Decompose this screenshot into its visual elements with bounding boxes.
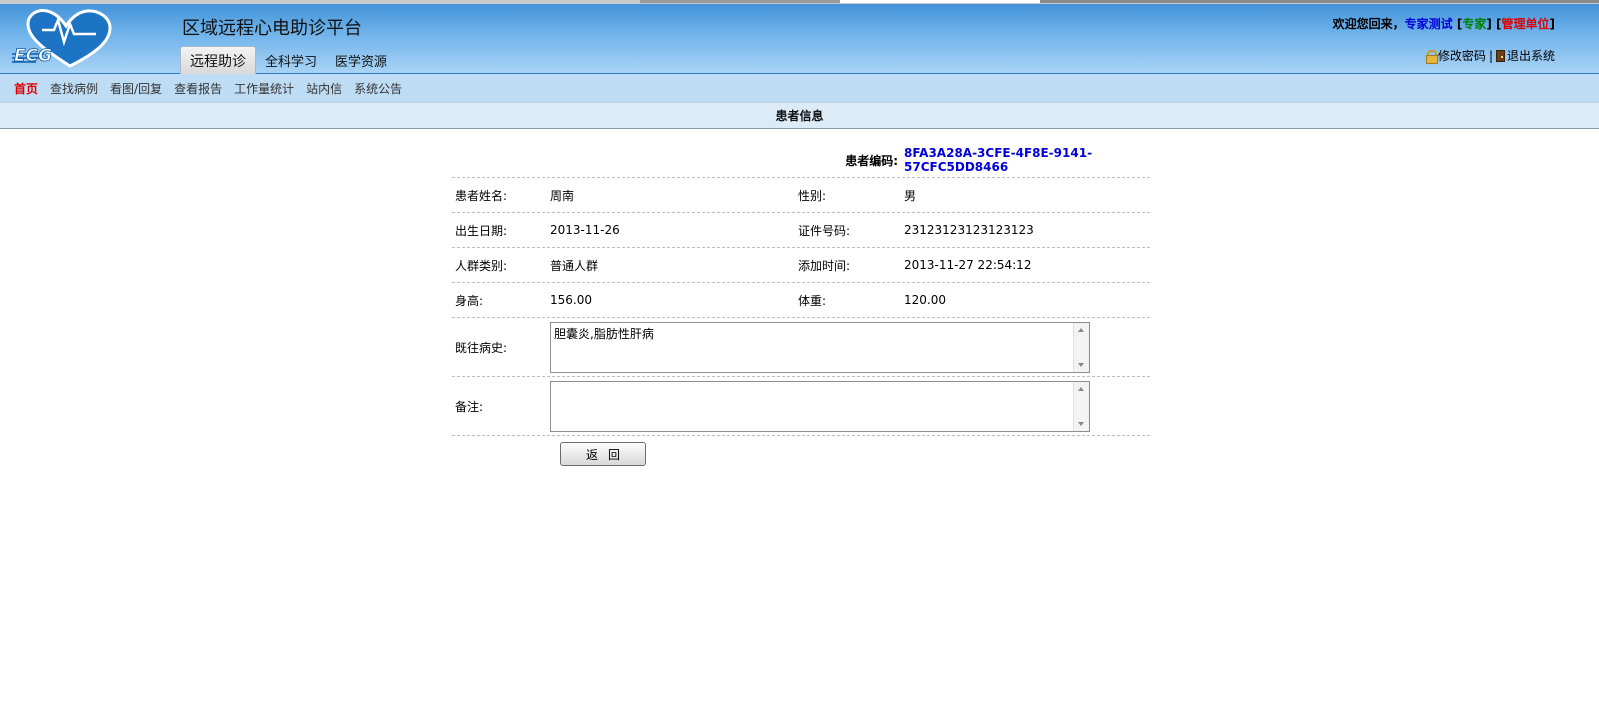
tab-general-learning[interactable]: 全科学习 <box>256 46 326 74</box>
logo-text: ECG <box>14 46 52 66</box>
form-actions: 返回 <box>452 436 1150 472</box>
scroll-down-icon[interactable] <box>1078 422 1084 426</box>
unit-bracket: ] <box>1549 17 1555 31</box>
strip-segment <box>1040 0 1599 3</box>
form-row-body: 身高: 156.00 体重: 120.00 <box>452 283 1150 318</box>
textarea-scrollbar[interactable] <box>1073 323 1089 372</box>
patient-code-value: 8FA3A28A-3CFE-4F8E-9141-57CFC5DD8466 <box>904 146 1093 174</box>
patient-name-value: 周南 <box>550 188 575 203</box>
subnav-item-announcements[interactable]: 系统公告 <box>354 80 402 97</box>
main-tabs: 远程助诊 全科学习 医学资源 <box>180 44 396 74</box>
medical-history-value: 胆囊炎,脂肪性肝病 <box>554 327 654 341</box>
form-row-history: 既往病史: 胆囊炎,脂肪性肝病 <box>452 318 1150 377</box>
population-group-value: 普通人群 <box>550 258 599 273</box>
app-title: 区域远程心电助诊平台 <box>182 18 362 39</box>
weight-value: 120.00 <box>904 293 946 307</box>
birth-date-value: 2013-11-26 <box>550 223 620 237</box>
scroll-up-icon[interactable] <box>1078 387 1084 391</box>
patient-info-form: 患者编码: 8FA3A28A-3CFE-4F8E-9141-57CFC5DD84… <box>452 143 1150 472</box>
textarea-scrollbar[interactable] <box>1073 382 1089 431</box>
note-textarea[interactable] <box>550 381 1090 432</box>
added-time-label: 添加时间: <box>798 258 851 273</box>
form-row-name: 患者姓名: 周南 性别: 男 <box>452 178 1150 213</box>
form-row-birth: 出生日期: 2013-11-26 证件号码: 23123123123123123 <box>452 213 1150 248</box>
medical-history-textarea[interactable]: 胆囊炎,脂肪性肝病 <box>550 322 1090 373</box>
user-links: 修改密码 | 退出系统 <box>1425 47 1555 64</box>
sub-navigation: 首页 查找病例 看图/回复 查看报告 工作量统计 站内信 系统公告 <box>0 74 1599 102</box>
form-row-note: 备注: <box>452 377 1150 436</box>
logout-door-icon <box>1495 49 1505 62</box>
patient-name-label: 患者姓名: <box>455 188 508 203</box>
header: ECG 区域远程心电助诊平台 远程助诊 全科学习 医学资源 欢迎您回来，专家测试… <box>0 0 1599 74</box>
welcome-prefix: 欢迎您回来， <box>1332 17 1405 31</box>
added-time-value: 2013-11-27 22:54:12 <box>904 258 1032 272</box>
logout-link[interactable]: 退出系统 <box>1495 47 1555 64</box>
subnav-item-workload[interactable]: 工作量统计 <box>234 80 294 97</box>
user-name-link[interactable]: 专家测试 <box>1405 17 1453 31</box>
gender-label: 性别: <box>798 188 827 203</box>
scroll-up-icon[interactable] <box>1078 328 1084 332</box>
subnav-item-view-report[interactable]: 查看报告 <box>174 80 222 97</box>
strip-segment <box>840 0 1040 3</box>
section-title: 患者信息 <box>0 102 1599 129</box>
strip-segment <box>640 0 840 3</box>
tab-remote-diagnosis[interactable]: 远程助诊 <box>180 46 256 74</box>
form-row-group: 人群类别: 普通人群 添加时间: 2013-11-27 22:54:12 <box>452 248 1150 283</box>
lock-icon <box>1425 49 1438 64</box>
role-bracket: [ <box>1452 17 1463 31</box>
id-number-value: 23123123123123123 <box>904 223 1034 237</box>
form-row-code: 患者编码: 8FA3A28A-3CFE-4F8E-9141-57CFC5DD84… <box>452 143 1150 178</box>
medical-history-label: 既往病史: <box>455 340 508 355</box>
patient-code-label: 患者编码: <box>845 153 898 168</box>
change-password-label: 修改密码 <box>1437 49 1486 63</box>
logout-label: 退出系统 <box>1506 49 1555 63</box>
tab-medical-resources[interactable]: 医学资源 <box>326 46 396 74</box>
browser-top-strip <box>0 0 1599 4</box>
height-value: 156.00 <box>550 293 592 307</box>
subnav-item-view-reply[interactable]: 看图/回复 <box>110 80 162 97</box>
subnav-item-home[interactable]: 首页 <box>14 80 38 97</box>
unit-bracket: [ <box>1491 17 1502 31</box>
subnav-item-messages[interactable]: 站内信 <box>306 80 342 97</box>
subnav-item-find-case[interactable]: 查找病例 <box>50 80 98 97</box>
weight-label: 体重: <box>798 293 827 308</box>
user-role: 专家 <box>1462 17 1487 31</box>
ecg-heart-icon: ECG <box>12 9 112 68</box>
link-separator: | <box>1488 48 1493 63</box>
welcome-message: 欢迎您回来，专家测试 [专家] [管理单位] <box>1333 15 1555 32</box>
birth-date-label: 出生日期: <box>455 223 508 238</box>
back-button[interactable]: 返回 <box>560 442 646 466</box>
note-label: 备注: <box>455 399 484 414</box>
scroll-down-icon[interactable] <box>1078 363 1084 367</box>
population-group-label: 人群类别: <box>455 258 508 273</box>
gender-value: 男 <box>904 188 917 203</box>
user-unit: 管理单位 <box>1501 17 1550 31</box>
id-number-label: 证件号码: <box>798 223 851 238</box>
change-password-link[interactable]: 修改密码 <box>1425 47 1486 64</box>
height-label: 身高: <box>455 293 484 308</box>
ecg-logo: ECG <box>10 8 122 70</box>
